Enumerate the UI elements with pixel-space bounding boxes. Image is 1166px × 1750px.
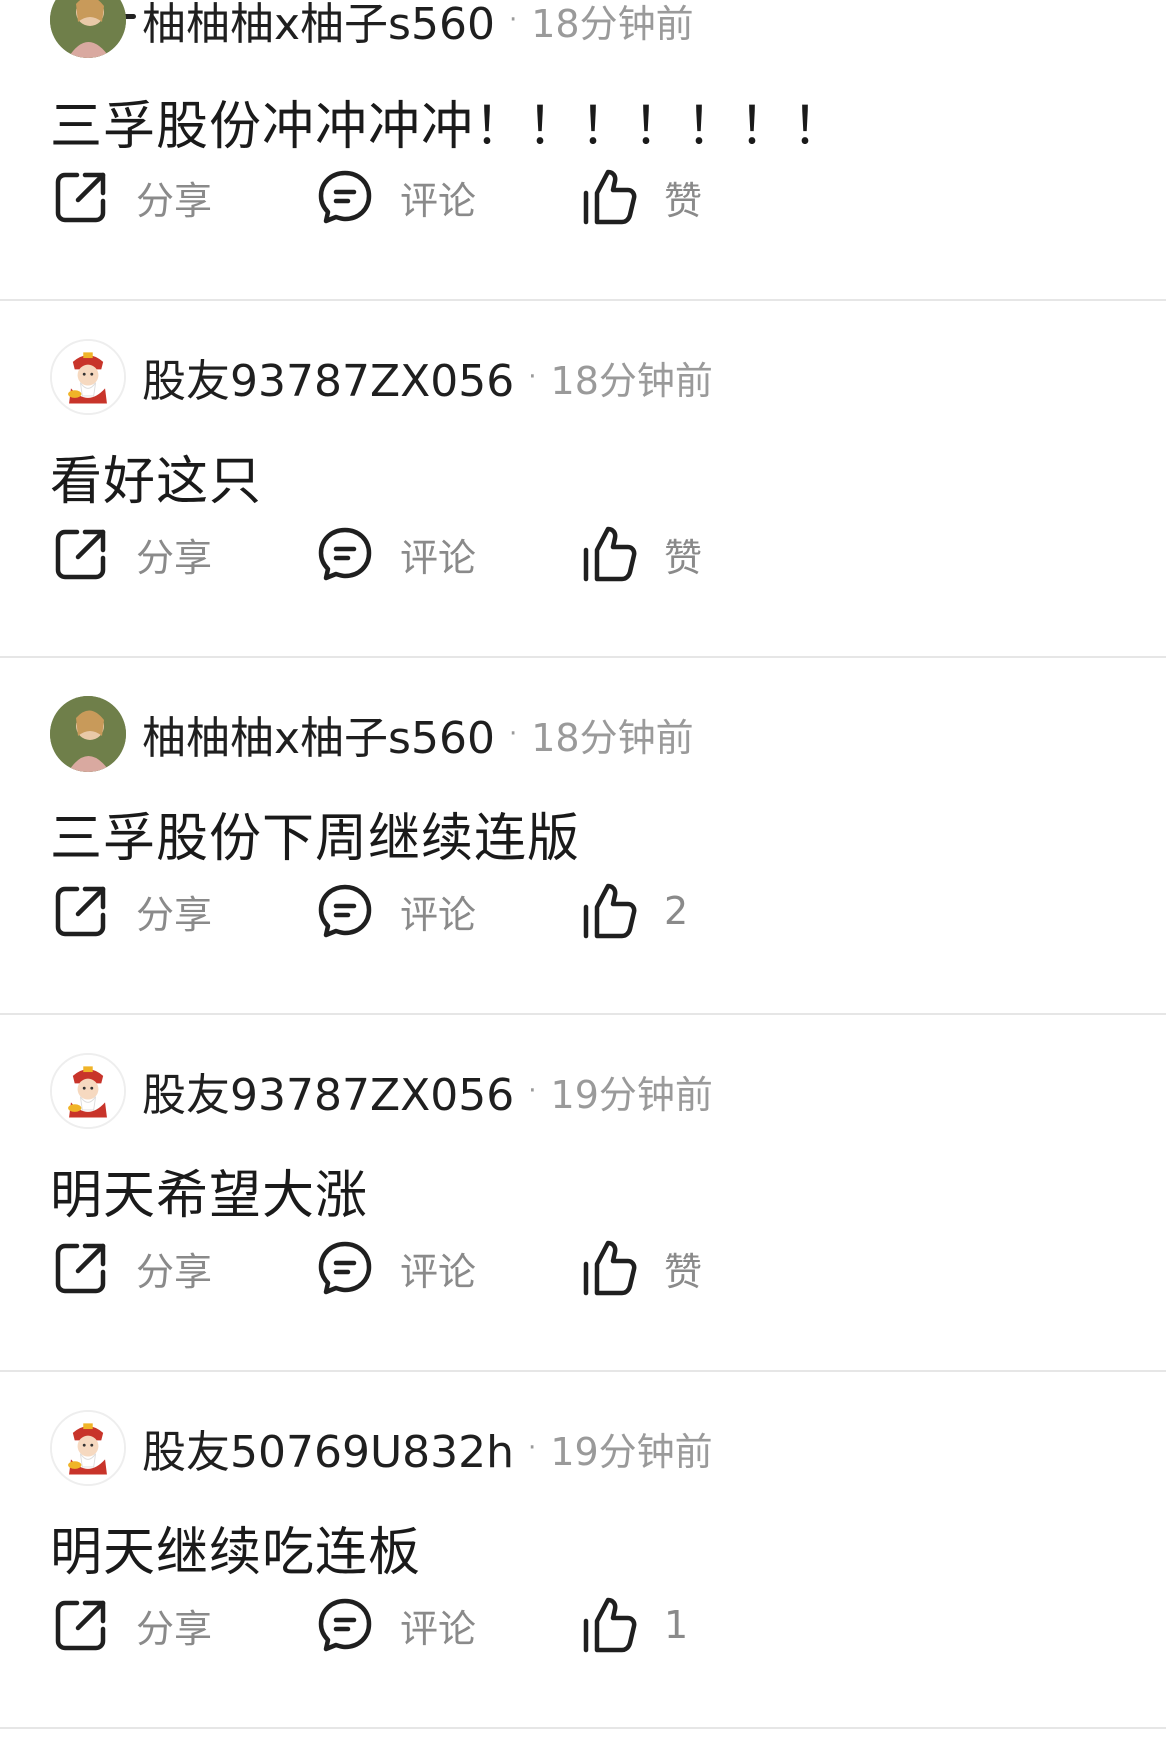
comment-header: 柚柚柚x柚子s560 · 18分钟前	[50, 694, 694, 774]
action-bar: 分享 评论 1	[50, 1590, 810, 1660]
thumbs-up-icon	[578, 523, 640, 585]
like-count: 赞	[664, 535, 703, 580]
action-bar: 分享 评论 赞	[50, 1233, 810, 1303]
comment-button[interactable]: 评论	[314, 1590, 476, 1660]
comment-header: 柚柚柚x柚子s560 · 18分钟前	[50, 0, 694, 60]
comment-header: 股友50769U832h · 19分钟前	[50, 1408, 713, 1488]
like-count: 赞	[664, 1249, 703, 1294]
timestamp: 18分钟前	[531, 715, 694, 760]
share-button[interactable]: 分享	[50, 519, 212, 589]
thumbs-up-icon	[578, 1594, 640, 1656]
username[interactable]: 股友50769U832h	[142, 1416, 514, 1480]
comment-header: 股友93787ZX056 · 18分钟前	[50, 337, 713, 417]
thumbs-up-icon	[578, 1237, 640, 1299]
share-button[interactable]: 分享	[50, 1590, 212, 1660]
comment-icon	[314, 166, 376, 228]
share-icon	[50, 880, 112, 942]
comment-text: 三孚股份下周继续连版	[50, 809, 581, 869]
like-count: 1	[664, 1603, 689, 1647]
share-label: 分享	[136, 1606, 213, 1651]
share-label: 分享	[136, 535, 213, 580]
comment-item[interactable]: 柚柚柚x柚子s560 · 18分钟前 三孚股份冲冲冲冲！！！！！！！ 分享 评论	[0, 0, 1166, 301]
share-label: 分享	[136, 1249, 213, 1294]
comment-label: 评论	[400, 1249, 477, 1294]
separator-dot: ·	[528, 1076, 537, 1106]
share-label: 分享	[136, 178, 213, 223]
comment-label: 评论	[400, 892, 477, 937]
like-count: 赞	[664, 178, 703, 223]
timestamp: 19分钟前	[550, 1429, 713, 1474]
like-button[interactable]: 2	[578, 876, 688, 946]
timestamp: 19分钟前	[550, 1072, 713, 1117]
like-button[interactable]: 赞	[578, 1233, 702, 1303]
username[interactable]: 柚柚柚x柚子s560	[142, 702, 495, 766]
comment-button[interactable]: 评论	[314, 876, 476, 946]
comment-item[interactable]: 股友93787ZX056 · 19分钟前 明天希望大涨 分享 评论 赞	[0, 1015, 1166, 1372]
thumbs-up-icon	[578, 166, 640, 228]
avatar[interactable]	[50, 339, 126, 415]
action-bar: 分享 评论 2	[50, 876, 810, 946]
like-count: 2	[664, 889, 689, 933]
comment-button[interactable]: 评论	[314, 1233, 476, 1303]
separator-dot: ·	[508, 719, 518, 749]
avatar[interactable]	[50, 1410, 126, 1486]
like-button[interactable]: 赞	[578, 519, 702, 589]
separator-dot: ·	[508, 5, 518, 35]
comment-item[interactable]: 柚柚柚x柚子s560 · 18分钟前 三孚股份下周继续连版 分享 评论 2	[0, 658, 1166, 1015]
username[interactable]: 股友93787ZX056	[142, 345, 514, 409]
comment-text: 明天继续吃连板	[50, 1523, 422, 1583]
comment-header: 股友93787ZX056 · 19分钟前	[50, 1051, 713, 1131]
action-bar: 分享 评论 赞	[50, 162, 810, 232]
separator-dot: ·	[528, 362, 537, 392]
comment-label: 评论	[400, 178, 477, 223]
comment-label: 评论	[400, 1606, 477, 1651]
share-icon	[50, 523, 112, 585]
avatar[interactable]	[50, 696, 126, 772]
share-icon	[50, 1237, 112, 1299]
share-button[interactable]: 分享	[50, 162, 212, 232]
comment-icon	[314, 1594, 376, 1656]
username[interactable]: 股友93787ZX056	[142, 1059, 514, 1123]
like-button[interactable]: 1	[578, 1590, 688, 1660]
comment-icon	[314, 880, 376, 942]
comment-text: 看好这只	[50, 452, 263, 512]
share-icon	[50, 166, 112, 228]
avatar[interactable]	[50, 0, 126, 58]
comment-feed: 柚柚柚x柚子s560 · 18分钟前 三孚股份冲冲冲冲！！！！！！！ 分享 评论	[0, 0, 1166, 1729]
comment-item[interactable]: 股友93787ZX056 · 18分钟前 看好这只 分享 评论 赞	[0, 301, 1166, 658]
comment-button[interactable]: 评论	[314, 519, 476, 589]
comment-item[interactable]: 股友50769U832h · 19分钟前 明天继续吃连板 分享 评论 1	[0, 1372, 1166, 1729]
action-bar: 分享 评论 赞	[50, 519, 810, 589]
comment-icon	[314, 1237, 376, 1299]
comment-text: 明天希望大涨	[50, 1166, 369, 1226]
share-label: 分享	[136, 892, 213, 937]
avatar[interactable]	[50, 1053, 126, 1129]
timestamp: 18分钟前	[550, 358, 713, 403]
share-icon	[50, 1594, 112, 1656]
separator-dot: ·	[528, 1433, 537, 1463]
timestamp: 18分钟前	[531, 1, 694, 46]
comment-label: 评论	[400, 535, 477, 580]
like-button[interactable]: 赞	[578, 162, 702, 232]
share-button[interactable]: 分享	[50, 876, 212, 946]
share-button[interactable]: 分享	[50, 1233, 212, 1303]
thumbs-up-icon	[578, 880, 640, 942]
comment-button[interactable]: 评论	[314, 162, 476, 232]
username[interactable]: 柚柚柚x柚子s560	[142, 0, 495, 52]
comment-icon	[314, 523, 376, 585]
comment-text: 三孚股份冲冲冲冲！！！！！！！	[50, 97, 846, 157]
